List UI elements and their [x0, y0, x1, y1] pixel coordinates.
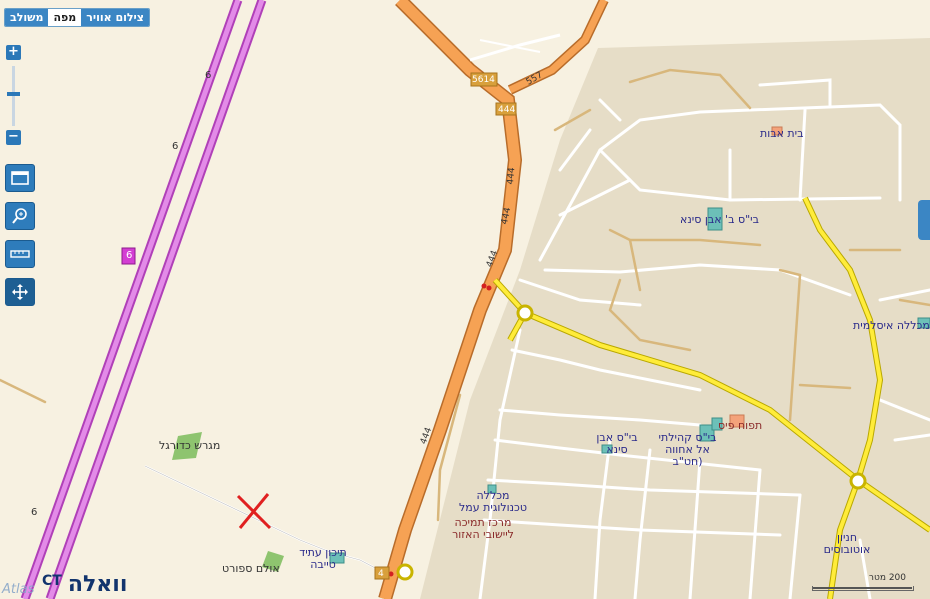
road-label-6: 6 [205, 70, 212, 81]
tab-map[interactable]: מפה [48, 9, 82, 26]
full-screen-icon [11, 171, 29, 185]
atlas-logo-text: Atlas [2, 582, 35, 597]
place-label: בי"ס אבן סינא [596, 431, 638, 456]
place-label: בי"ס קהילתי אל אחווה (חט"ב [658, 431, 717, 468]
pan-button[interactable] [5, 278, 35, 306]
place-label: מכללה איסלמית [853, 319, 930, 332]
place-label: תיכון עתיד טייבה [299, 546, 347, 571]
walla-logo: Atlas CT וואלה [2, 569, 127, 598]
place-label: מרכז תמיכה ליישובי האזור [452, 516, 514, 541]
pan-icon [12, 284, 28, 300]
zoom-slider-thumb[interactable] [7, 92, 20, 96]
scale-line [812, 586, 914, 591]
place-label: מגרש כדורגל [159, 439, 221, 452]
road-shield-6: 6 [126, 250, 133, 261]
road-shield-4: 4 [378, 569, 384, 579]
tab-combined[interactable]: משולב [5, 9, 49, 26]
place-label: אולם ספורט [222, 562, 280, 575]
place-label: מכללה טכנולוגית עמל [459, 489, 527, 514]
zoom-control: + − [6, 45, 24, 145]
logo-ct: CT [42, 573, 62, 589]
logo-walla: וואלה [67, 572, 128, 597]
tab-aerial[interactable]: צילום אוויר [81, 9, 149, 26]
place-label: חניון אוטובוסים [823, 531, 871, 556]
map-canvas[interactable]: 6 6 6 6 5614 557 444 444 444 444 444 4 ב… [0, 0, 930, 599]
map-type-tabs: משולב מפה צילום אוויר [4, 8, 150, 27]
ruler-icon [10, 250, 30, 258]
place-label: תפוח פיס [718, 419, 763, 432]
scale-label: 200 מטר [868, 573, 906, 583]
place-label: בי"ס ב' אבן סינא [680, 213, 759, 226]
road-shield-444: 444 [498, 105, 516, 115]
place-label: בית אבות [760, 127, 804, 140]
road-shield-5614: 5614 [472, 75, 495, 85]
full-screen-button[interactable] [5, 164, 35, 192]
zoom-slider[interactable] [7, 66, 20, 126]
zoom-search-button[interactable] [5, 202, 35, 230]
ruler-button[interactable] [5, 240, 35, 268]
zoom-search-icon [12, 208, 27, 224]
road-label-6: 6 [172, 141, 179, 152]
scale-bar: 200 מטר [812, 573, 914, 593]
zoom-in-button[interactable]: + [6, 45, 21, 60]
road-label-444: 444 [505, 167, 518, 185]
side-panel-toggle[interactable] [918, 200, 930, 240]
zoom-out-button[interactable]: − [6, 130, 21, 145]
road-label-6: 6 [31, 507, 38, 518]
